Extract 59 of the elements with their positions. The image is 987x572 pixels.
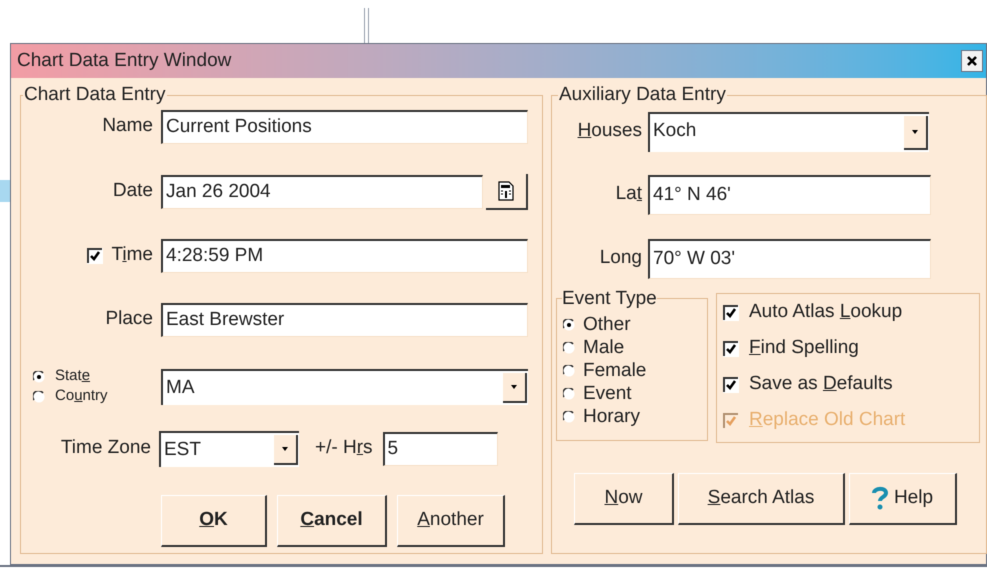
radio-label: Other bbox=[583, 315, 631, 334]
radio-button[interactable] bbox=[563, 364, 575, 376]
checkbox[interactable] bbox=[723, 340, 739, 356]
text-field[interactable]: 5 bbox=[382, 432, 498, 466]
field-label: Lat bbox=[614, 182, 643, 206]
button[interactable]: Now bbox=[574, 472, 674, 524]
button[interactable]: Search Atlas bbox=[678, 472, 845, 524]
button[interactable]: Cancel bbox=[277, 494, 387, 546]
dropdown[interactable]: Koch bbox=[648, 112, 929, 152]
radio-button[interactable] bbox=[33, 370, 45, 382]
radio-button[interactable] bbox=[563, 410, 575, 422]
group-title: Auxiliary Data Entry bbox=[558, 83, 727, 107]
radio-button[interactable] bbox=[33, 390, 45, 402]
radio-label: Horary bbox=[583, 407, 640, 426]
calendar-icon bbox=[498, 180, 514, 200]
radio-label: Event bbox=[583, 384, 632, 403]
radio-label: Country bbox=[55, 386, 108, 406]
dropdown[interactable]: MA bbox=[161, 368, 528, 404]
field-label: Time Zone bbox=[60, 436, 152, 460]
radio-button[interactable] bbox=[563, 318, 575, 330]
calendar-button[interactable] bbox=[486, 174, 528, 210]
checkbox-label: Auto Atlas Lookup bbox=[749, 300, 902, 324]
radio-label: Male bbox=[583, 338, 624, 357]
text-field[interactable]: Jan 26 2004 bbox=[161, 174, 483, 208]
field-label: Date bbox=[112, 179, 154, 204]
text-field[interactable]: Current Positions bbox=[161, 110, 528, 144]
text-field[interactable]: 41° N 46' bbox=[648, 174, 931, 214]
checkbox[interactable] bbox=[723, 304, 739, 320]
text-field[interactable]: 4:28:59 PM bbox=[161, 238, 528, 272]
checkbox-label: Find Spelling bbox=[749, 336, 859, 360]
dropdown[interactable]: EST bbox=[159, 430, 299, 466]
dropdown-arrow-icon bbox=[912, 130, 918, 134]
question-mark-icon bbox=[872, 486, 888, 510]
button[interactable]: Help bbox=[849, 472, 957, 524]
close-icon bbox=[966, 55, 978, 67]
field-label: Place bbox=[104, 307, 154, 332]
group-title: Event Type bbox=[562, 286, 657, 310]
checkbox-label: Replace Old Chart bbox=[749, 408, 906, 432]
field-label: Long bbox=[598, 246, 643, 270]
field-label: Time bbox=[111, 243, 153, 268]
button[interactable]: OK bbox=[161, 494, 267, 546]
dropdown-arrow-icon bbox=[282, 446, 288, 450]
checkbox-label: Save as Defaults bbox=[749, 372, 893, 396]
group-title: Chart Data Entry bbox=[23, 83, 166, 107]
window-title: Chart Data Entry Window bbox=[17, 48, 232, 73]
text-field[interactable]: 70° W 03' bbox=[648, 238, 931, 278]
field-label: +/- Hrs bbox=[315, 436, 373, 460]
close-button[interactable] bbox=[961, 50, 983, 72]
radio-label: State bbox=[55, 366, 90, 386]
dropdown-arrow-icon bbox=[511, 384, 517, 388]
checkbox[interactable] bbox=[87, 248, 104, 264]
checkbox[interactable] bbox=[723, 376, 739, 392]
field-label: Name bbox=[101, 114, 154, 138]
field-label: Houses bbox=[576, 119, 643, 144]
radio-button[interactable] bbox=[563, 388, 575, 400]
radio-button[interactable] bbox=[563, 342, 575, 354]
radio-label: Female bbox=[583, 361, 646, 380]
text-field[interactable]: East Brewster bbox=[161, 302, 528, 336]
button[interactable]: Another bbox=[397, 494, 505, 546]
